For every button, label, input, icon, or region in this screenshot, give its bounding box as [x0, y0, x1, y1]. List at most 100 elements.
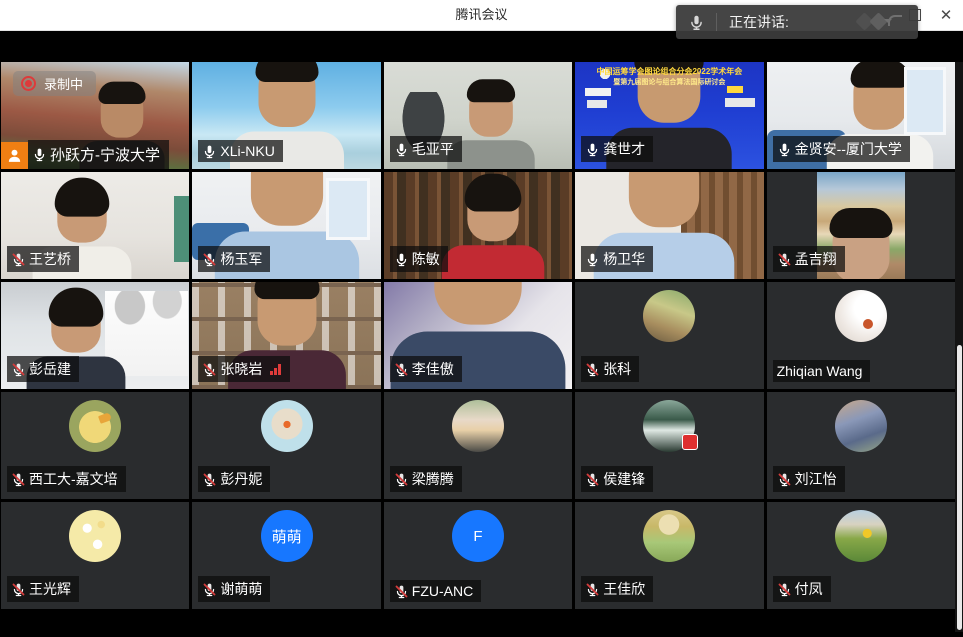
name-label: FZU-ANC: [390, 580, 481, 602]
participant-avatar: [69, 510, 121, 562]
participant-name: Zhiqian Wang: [777, 363, 863, 379]
name-label: 李佳傲: [390, 356, 462, 382]
participant-tile[interactable]: 中国运筹学会图论组合分会2022学术年会 暨第九届图论与组合算法国际研讨会 龚世…: [575, 62, 763, 169]
participant-tile[interactable]: 刘江怡: [767, 392, 955, 499]
mic-icon: [585, 472, 600, 487]
name-label: 王光辉: [7, 576, 79, 602]
mic-icon: [585, 252, 600, 267]
name-label: 王艺桥: [7, 246, 79, 272]
participant-name: 梁腾腾: [412, 469, 454, 489]
participant-tile[interactable]: 录制中 孙跃方-宁波大学: [1, 62, 189, 169]
mic-icon: [777, 472, 792, 487]
avatar-initials: F: [473, 528, 482, 545]
participant-name: 西工大-嘉文培: [29, 469, 118, 489]
participant-avatar: [835, 510, 887, 562]
mic-icon: [394, 362, 409, 377]
participant-name: 金贤安--厦门大学: [795, 139, 902, 159]
participant-tile[interactable]: 孟吉翔: [767, 172, 955, 279]
participant-name: 王佳欣: [603, 579, 645, 599]
participant-name: 王光辉: [29, 579, 71, 599]
microphone-icon: [676, 14, 716, 31]
participant-tile[interactable]: F FZU-ANC: [384, 502, 572, 609]
network-poor-icon: [270, 364, 282, 375]
mic-icon: [11, 472, 26, 487]
name-label: 谢萌萌: [198, 576, 270, 602]
mic-icon: [777, 252, 792, 267]
record-badge: 录制中: [13, 71, 96, 96]
participant-tile[interactable]: 杨玉军: [192, 172, 380, 279]
participant-name: 王艺桥: [29, 249, 71, 269]
participant-tile[interactable]: 王光辉: [1, 502, 189, 609]
participant-name: XLi-NKU: [220, 143, 274, 159]
participant-avatar: F: [452, 510, 504, 562]
name-label: 杨卫华: [581, 246, 653, 272]
participant-tile[interactable]: 陈敏: [384, 172, 572, 279]
participant-name: 彭岳建: [29, 359, 71, 379]
participant-avatar: [261, 400, 313, 452]
participant-grid: 录制中 孙跃方-宁波大学: [1, 62, 955, 609]
participant-name: 龚世才: [603, 139, 645, 159]
mic-icon: [11, 582, 26, 597]
mic-icon: [202, 582, 217, 597]
participant-tile[interactable]: 西工大-嘉文培: [1, 392, 189, 499]
participant-tile[interactable]: Zhiqian Wang: [767, 282, 955, 389]
name-label: 陈敏: [390, 246, 448, 272]
participant-name: 杨卫华: [603, 249, 645, 269]
close-button[interactable]: ✕: [931, 0, 961, 30]
name-label: 刘江怡: [773, 466, 845, 492]
mic-icon: [394, 252, 409, 267]
mic-icon: [202, 144, 217, 159]
scrollbar[interactable]: [955, 62, 963, 632]
name-label: 杨玉军: [198, 246, 270, 272]
participant-tile[interactable]: 金贤安--厦门大学: [767, 62, 955, 169]
name-label: 彭岳建: [7, 356, 79, 382]
participant-avatar: [452, 400, 504, 452]
mic-icon: [32, 147, 47, 162]
mic-icon: [777, 582, 792, 597]
mic-icon: [585, 362, 600, 377]
name-label: 张晓岩: [198, 356, 290, 382]
name-label: 王佳欣: [581, 576, 653, 602]
participant-tile[interactable]: XLi-NKU: [192, 62, 380, 169]
participant-name: 孟吉翔: [795, 249, 837, 269]
participant-tile[interactable]: 王佳欣: [575, 502, 763, 609]
participant-tile[interactable]: 萌萌 谢萌萌: [192, 502, 380, 609]
mic-icon: [585, 142, 600, 157]
participant-avatar: [643, 290, 695, 342]
poster-title-line2: 暨第九届图论与组合算法国际研讨会: [575, 77, 763, 87]
name-label: 侯建锋: [581, 466, 653, 492]
participant-name: 谢萌萌: [220, 579, 262, 599]
mic-icon: [202, 472, 217, 487]
participant-name: 毛亚平: [412, 139, 454, 159]
participant-tile[interactable]: 毛亚平: [384, 62, 572, 169]
participant-tile[interactable]: 王艺桥: [1, 172, 189, 279]
participant-name: 张科: [603, 359, 631, 379]
avatar-initials: 萌萌: [272, 526, 302, 547]
participant-tile[interactable]: 侯建锋: [575, 392, 763, 499]
divider: [716, 13, 717, 31]
name-label: 付凤: [773, 576, 831, 602]
participant-tile[interactable]: 张科: [575, 282, 763, 389]
participant-tile[interactable]: 梁腾腾: [384, 392, 572, 499]
mic-icon: [11, 362, 26, 377]
participant-name: 李佳傲: [412, 359, 454, 379]
poster-title-line1: 中国运筹学会图论组合分会2022学术年会: [575, 66, 763, 77]
record-icon: [21, 76, 36, 91]
participant-name: 陈敏: [412, 249, 440, 269]
mic-icon: [394, 472, 409, 487]
mic-icon: [202, 252, 217, 267]
participant-tile[interactable]: 张晓岩: [192, 282, 380, 389]
recording-label: 录制中: [44, 74, 83, 93]
participant-name: FZU-ANC: [412, 583, 473, 599]
participant-tile[interactable]: 彭丹妮: [192, 392, 380, 499]
participant-name: 刘江怡: [795, 469, 837, 489]
participant-name: 付凤: [795, 579, 823, 599]
participant-tile[interactable]: 付凤: [767, 502, 955, 609]
participant-tile[interactable]: 杨卫华: [575, 172, 763, 279]
name-label: 龚世才: [581, 136, 653, 162]
participant-tile[interactable]: 李佳傲: [384, 282, 572, 389]
person-icon: [6, 147, 23, 164]
scrollbar-thumb[interactable]: [957, 345, 962, 630]
participant-tile[interactable]: 彭岳建: [1, 282, 189, 389]
mic-icon: [777, 142, 792, 157]
